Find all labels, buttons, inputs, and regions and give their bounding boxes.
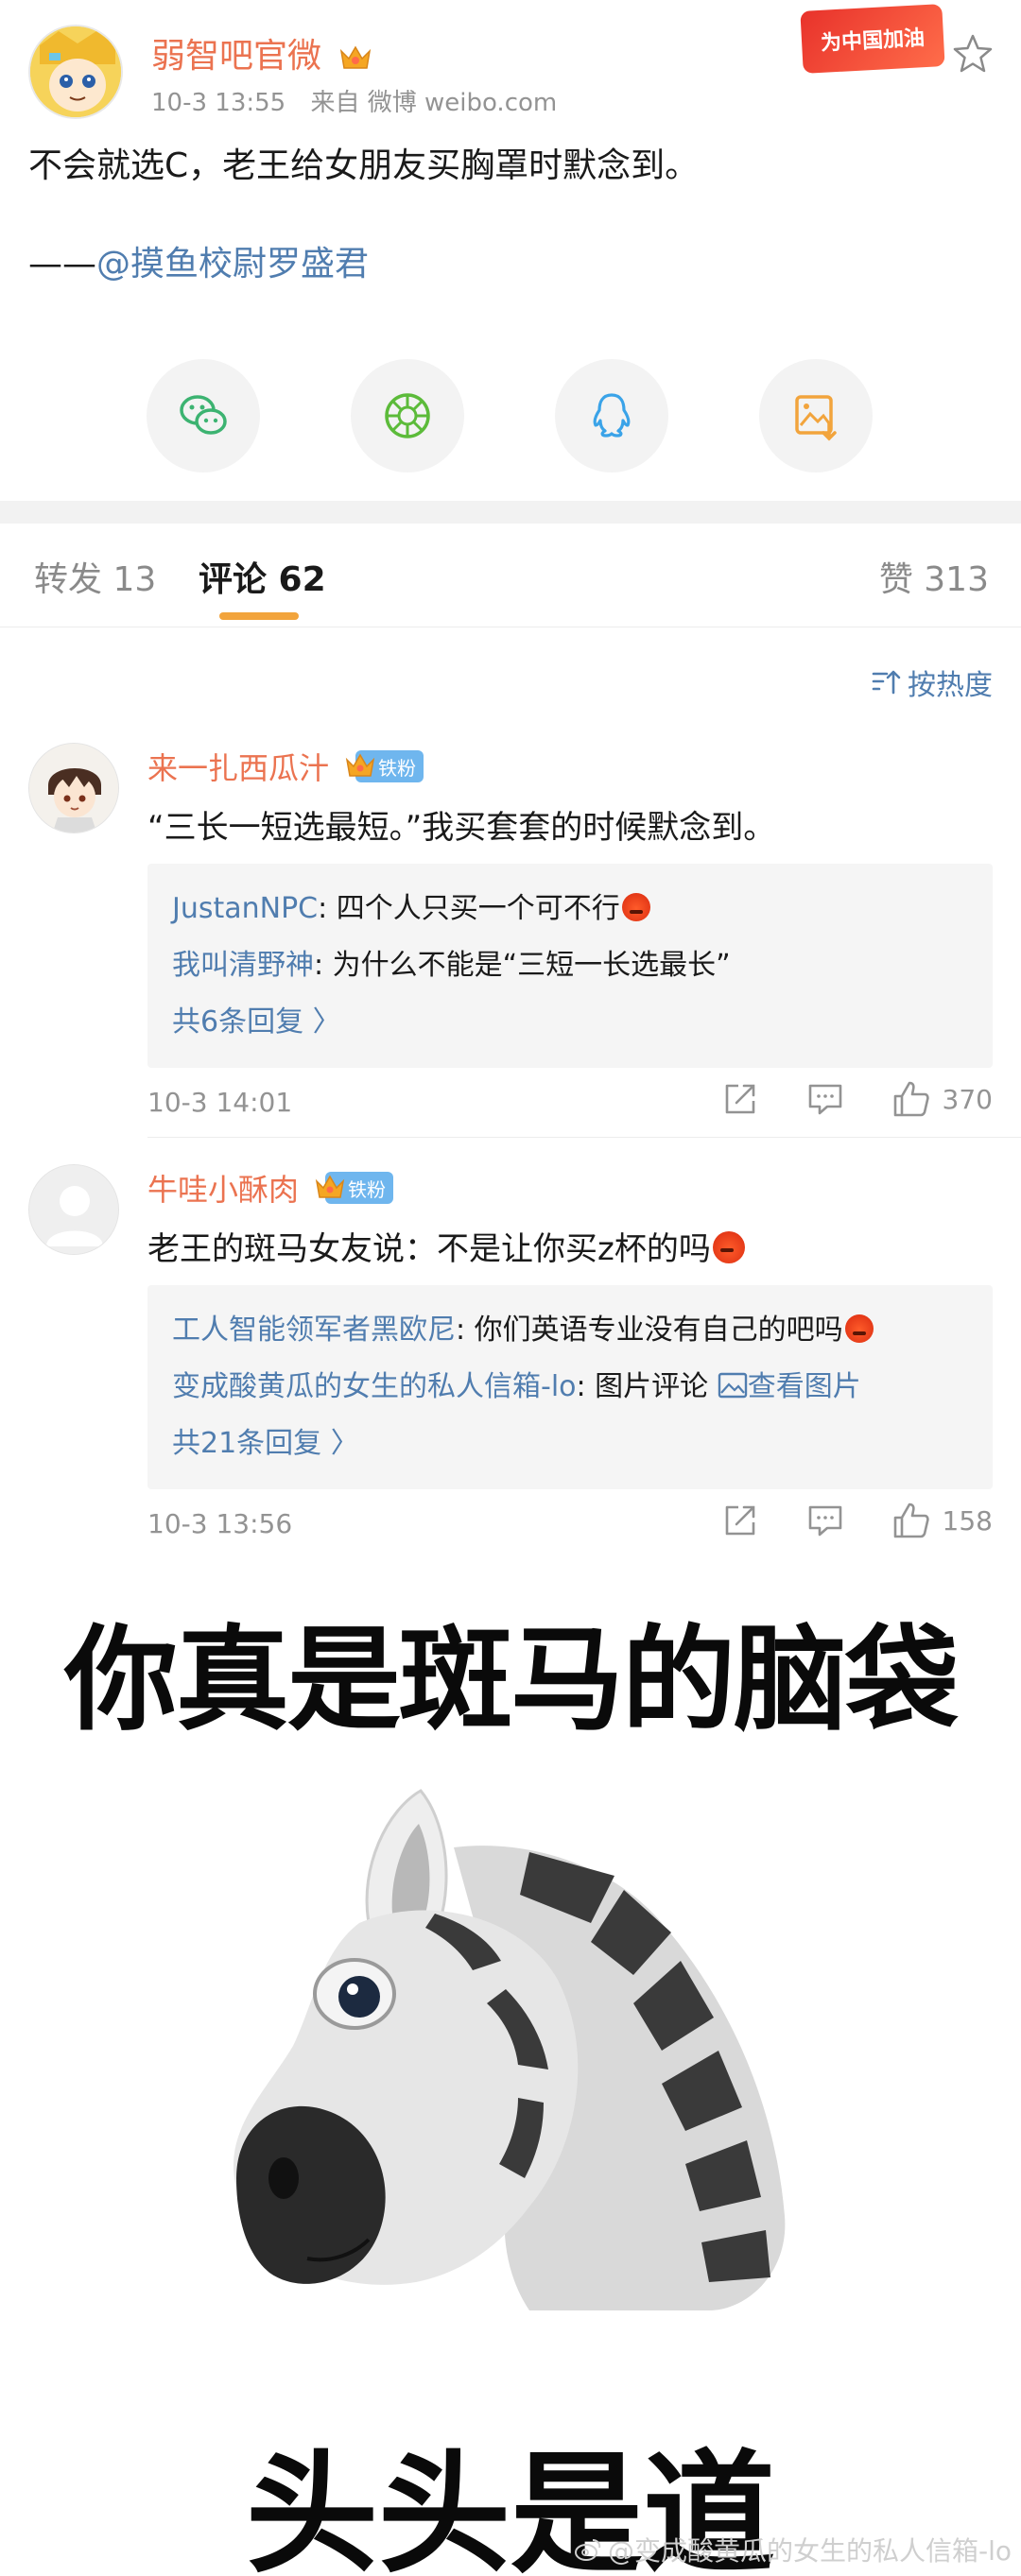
repost-button[interactable]: [721, 1502, 759, 1539]
angry-emoji-icon: [712, 1231, 745, 1263]
sort-by-hot-button[interactable]: 按热度: [870, 661, 993, 703]
repost-icon: [725, 1084, 754, 1114]
reply-text: : 四个人只买一个可不行: [318, 892, 620, 925]
qq-icon: [593, 393, 631, 438]
promo-badge[interactable]: 为中国加油: [800, 4, 945, 74]
reply-author[interactable]: 工人智能领军者黑欧尼: [172, 1314, 456, 1347]
reply-text: : 你们英语专业没有自己的吧吗: [456, 1314, 843, 1347]
poster-avatar[interactable]: [28, 25, 123, 119]
post-time: 10-3 13:55: [151, 89, 286, 117]
share-qq-button[interactable]: [555, 359, 668, 472]
poster-username-text[interactable]: 弱智吧官微: [151, 37, 321, 76]
comment-text: 老王的斑马女友说：不是让你买z杯的吗: [147, 1223, 745, 1269]
iron-fan-badge: 铁粉: [345, 750, 424, 782]
active-tab-indicator: [219, 612, 299, 620]
weibo-logo-icon: [574, 2539, 601, 2561]
sort-icon: [872, 670, 901, 695]
sort-label: 按热度: [908, 669, 993, 702]
meme-top-caption: 你真是斑马的脑袋: [64, 1615, 959, 1746]
post-tabs: 转发 13 评论 62 赞 313: [0, 524, 1021, 627]
moments-icon: [385, 393, 430, 438]
save-image-icon: [795, 395, 837, 441]
commenter-name[interactable]: 来一扎西瓜汁 铁粉: [147, 745, 424, 788]
comment-icon: [808, 1084, 841, 1115]
comment-icon: [808, 1505, 841, 1537]
reply-line: 工人智能领军者黑欧尼: 你们英语专业没有自己的吧吗: [172, 1302, 968, 1359]
reply-author[interactable]: 变成酸黄瓜的女生的私人信箱-lo: [172, 1370, 577, 1403]
post-source: 来自 微博 weibo.com: [310, 89, 558, 117]
share-wechat-button[interactable]: [147, 359, 260, 472]
view-image-label[interactable]: 查看图片: [748, 1370, 861, 1403]
tab-likes[interactable]: 赞 313: [879, 552, 989, 601]
image-watermark: @变成酸黄瓜的女生的私人信箱-lo: [574, 2531, 1012, 2568]
credit-mention-link[interactable]: @摸鱼校尉罗盛君: [96, 245, 369, 283]
comment-footer: 10-3 14:01 370: [147, 1073, 993, 1130]
reply-line: 我叫清野神: 为什么不能是“三短一长选最长”: [172, 937, 968, 994]
comment-actions: 158: [721, 1501, 993, 1540]
commenter-name-text[interactable]: 牛哇小酥肉: [147, 1166, 299, 1210]
angry-emoji-icon: [844, 1314, 874, 1343]
comment-text-content: 老王的斑马女友说：不是让你买z杯的吗: [147, 1230, 711, 1268]
post-text: 不会就选C，老王给女朋友买胸罩时默念到。: [28, 146, 700, 185]
like-count: 370: [942, 1083, 993, 1115]
view-image-link[interactable]: 查看图片: [718, 1370, 861, 1403]
commenter-avatar[interactable]: [28, 1164, 119, 1255]
reply-button[interactable]: [806, 1080, 844, 1118]
iron-fan-badge: 铁粉: [315, 1172, 394, 1204]
reply-line: JustanNPC: 四个人只买一个可不行: [172, 881, 968, 937]
thumbs-up-icon: [893, 1081, 929, 1117]
fan-badge-label: 铁粉: [348, 1177, 387, 1201]
vip-crown-icon: [340, 45, 372, 69]
poster-username[interactable]: 弱智吧官微: [151, 28, 373, 77]
comment-time: 10-3 14:01: [147, 1087, 293, 1118]
credit-prefix: ——: [28, 245, 96, 283]
fan-crown-icon: [345, 753, 375, 777]
favorite-star-icon[interactable]: [951, 32, 995, 76]
share-moments-button[interactable]: [351, 359, 464, 472]
reply-button[interactable]: [806, 1502, 844, 1539]
post-meta: 10-3 13:55 来自 微博 weibo.com: [151, 83, 574, 118]
view-all-replies-link[interactable]: 共21条回复 〉: [172, 1416, 968, 1472]
comment-text: “三长一短选最短。”我买套套的时候默念到。: [147, 809, 776, 847]
weibo-post: 弱智吧官微 10-3 13:55 来自 微博 weibo.com 为中国加油 不…: [0, 0, 1021, 501]
reply-text: : 为什么不能是“三短一长选最长”: [314, 949, 731, 982]
fan-crown-icon: [315, 1175, 345, 1198]
fan-badge-label: 铁粉: [378, 756, 417, 780]
commenter-avatar[interactable]: [28, 743, 119, 833]
wechat-icon: [180, 395, 227, 435]
watermark-text: @变成酸黄瓜的女生的私人信箱-lo: [607, 2535, 1012, 2567]
section-divider: [0, 501, 1021, 524]
reply-text: : 图片评论: [576, 1370, 718, 1403]
comment-footer: 10-3 13:56 158: [147, 1495, 993, 1552]
like-button[interactable]: 158: [891, 1501, 993, 1540]
zebra-head-icon: [234, 1789, 786, 2310]
commenter-name-text[interactable]: 来一扎西瓜汁: [147, 745, 329, 788]
repost-icon: [725, 1505, 754, 1536]
thumbs-up-icon: [893, 1503, 929, 1538]
comment-divider: [147, 1137, 1021, 1138]
reply-preview-box[interactable]: JustanNPC: 四个人只买一个可不行 我叫清野神: 为什么不能是“三短一长…: [147, 864, 993, 1068]
share-row: [147, 359, 873, 472]
comment-actions: 370: [721, 1079, 993, 1119]
comment-time: 10-3 13:56: [147, 1508, 293, 1539]
reply-author[interactable]: JustanNPC: [172, 892, 318, 925]
like-button[interactable]: 370: [891, 1079, 993, 1119]
reply-author[interactable]: 我叫清野神: [172, 949, 314, 982]
tab-comments[interactable]: 评论 62: [199, 552, 326, 601]
save-image-button[interactable]: [759, 359, 873, 472]
reply-preview-box[interactable]: 工人智能领军者黑欧尼: 你们英语专业没有自己的吧吗 变成酸黄瓜的女生的私人信箱-…: [147, 1285, 993, 1489]
tab-repost[interactable]: 转发 13: [34, 552, 156, 601]
commenter-name[interactable]: 牛哇小酥肉 铁粉: [147, 1166, 394, 1210]
reply-line: 变成酸黄瓜的女生的私人信箱-lo: 图片评论 查看图片: [172, 1359, 968, 1416]
image-icon: [718, 1372, 747, 1399]
view-all-replies-link[interactable]: 共6条回复 〉: [172, 994, 968, 1051]
angry-emoji-icon: [621, 893, 650, 921]
like-count: 158: [942, 1504, 993, 1537]
comment-image-meme[interactable]: 你真是斑马的脑袋 头头是道 @变成酸黄瓜的女生的私人信箱-lo: [0, 1569, 1021, 2576]
post-credit: ——@摸鱼校尉罗盛君: [28, 236, 369, 285]
repost-button[interactable]: [721, 1080, 759, 1118]
